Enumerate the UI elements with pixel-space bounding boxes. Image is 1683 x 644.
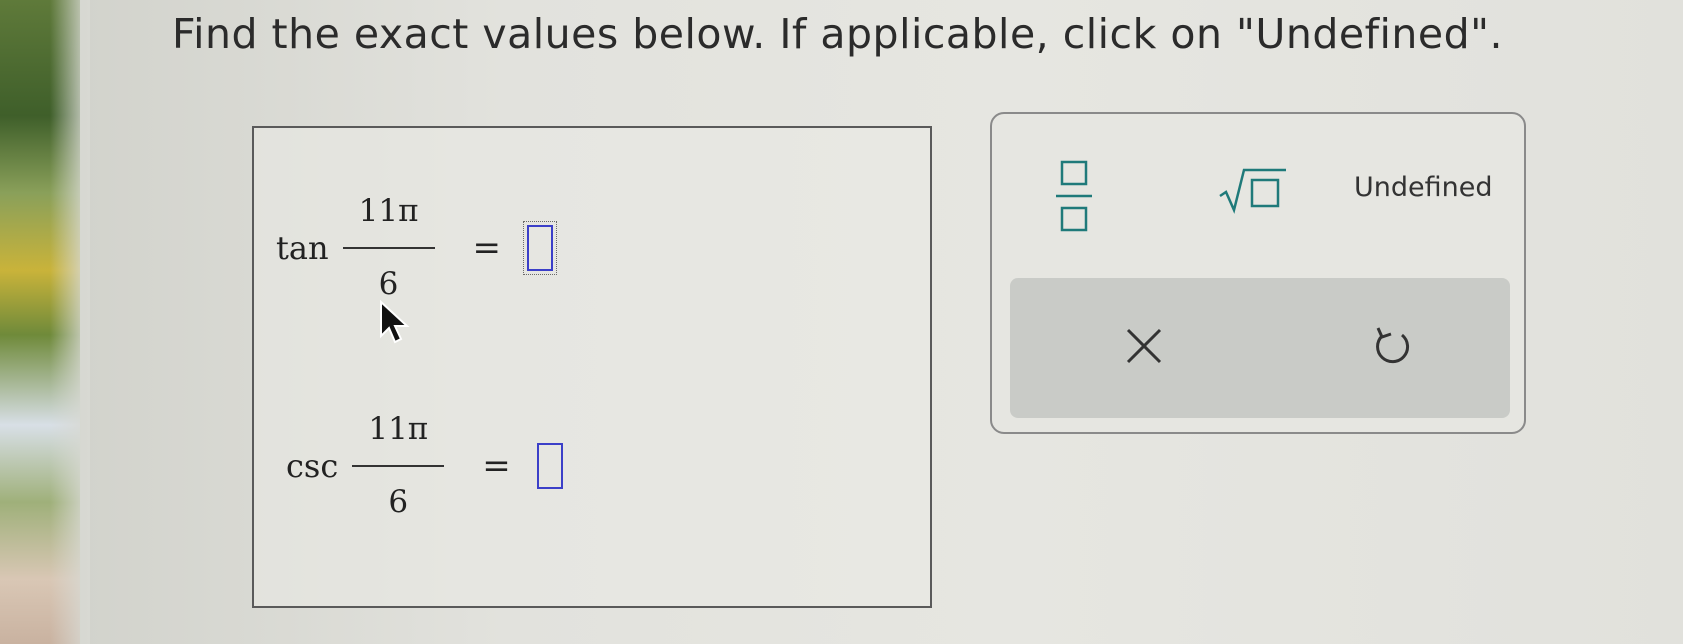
instruction-text: Find the exact values below. If applicab…	[172, 10, 1504, 58]
problem-tan: tan 11π 6 =	[276, 193, 558, 302]
fraction: 11π 6	[352, 411, 445, 520]
sqrt-template-button[interactable]	[1218, 166, 1288, 218]
background-photo-fade	[50, 0, 90, 644]
action-panel	[1010, 278, 1510, 418]
square-root-icon	[1219, 168, 1286, 214]
fraction-bar	[342, 247, 435, 249]
function-name: tan	[276, 229, 329, 267]
answer-input-csc[interactable]	[536, 443, 563, 489]
fraction-denominator: 6	[388, 484, 409, 520]
fraction-numerator: 11π	[368, 411, 429, 447]
undo-icon	[1376, 327, 1410, 364]
function-name: csc	[286, 447, 339, 485]
clear-button[interactable]	[1120, 322, 1168, 374]
problem-csc: csc 11π 6 =	[286, 414, 563, 518]
problem-box: tan 11π 6 = csc 11π 6 =	[252, 126, 932, 608]
undefined-button[interactable]: Undefined	[1354, 172, 1493, 203]
equals-sign: =	[482, 446, 511, 486]
undo-button[interactable]	[1368, 322, 1416, 374]
fraction: 11π 6	[342, 193, 435, 302]
fraction-template-button[interactable]	[1052, 158, 1096, 238]
answer-input-tan[interactable]	[523, 221, 558, 275]
fraction-numerator: 11π	[358, 193, 419, 229]
close-icon	[1126, 328, 1162, 364]
equals-sign: =	[472, 228, 502, 268]
math-keypad: Undefined	[990, 112, 1526, 434]
fraction-denominator: 6	[378, 266, 399, 302]
mouse-pointer-icon	[380, 300, 410, 344]
fraction-template-icon	[1056, 160, 1092, 232]
fraction-bar	[352, 465, 445, 467]
